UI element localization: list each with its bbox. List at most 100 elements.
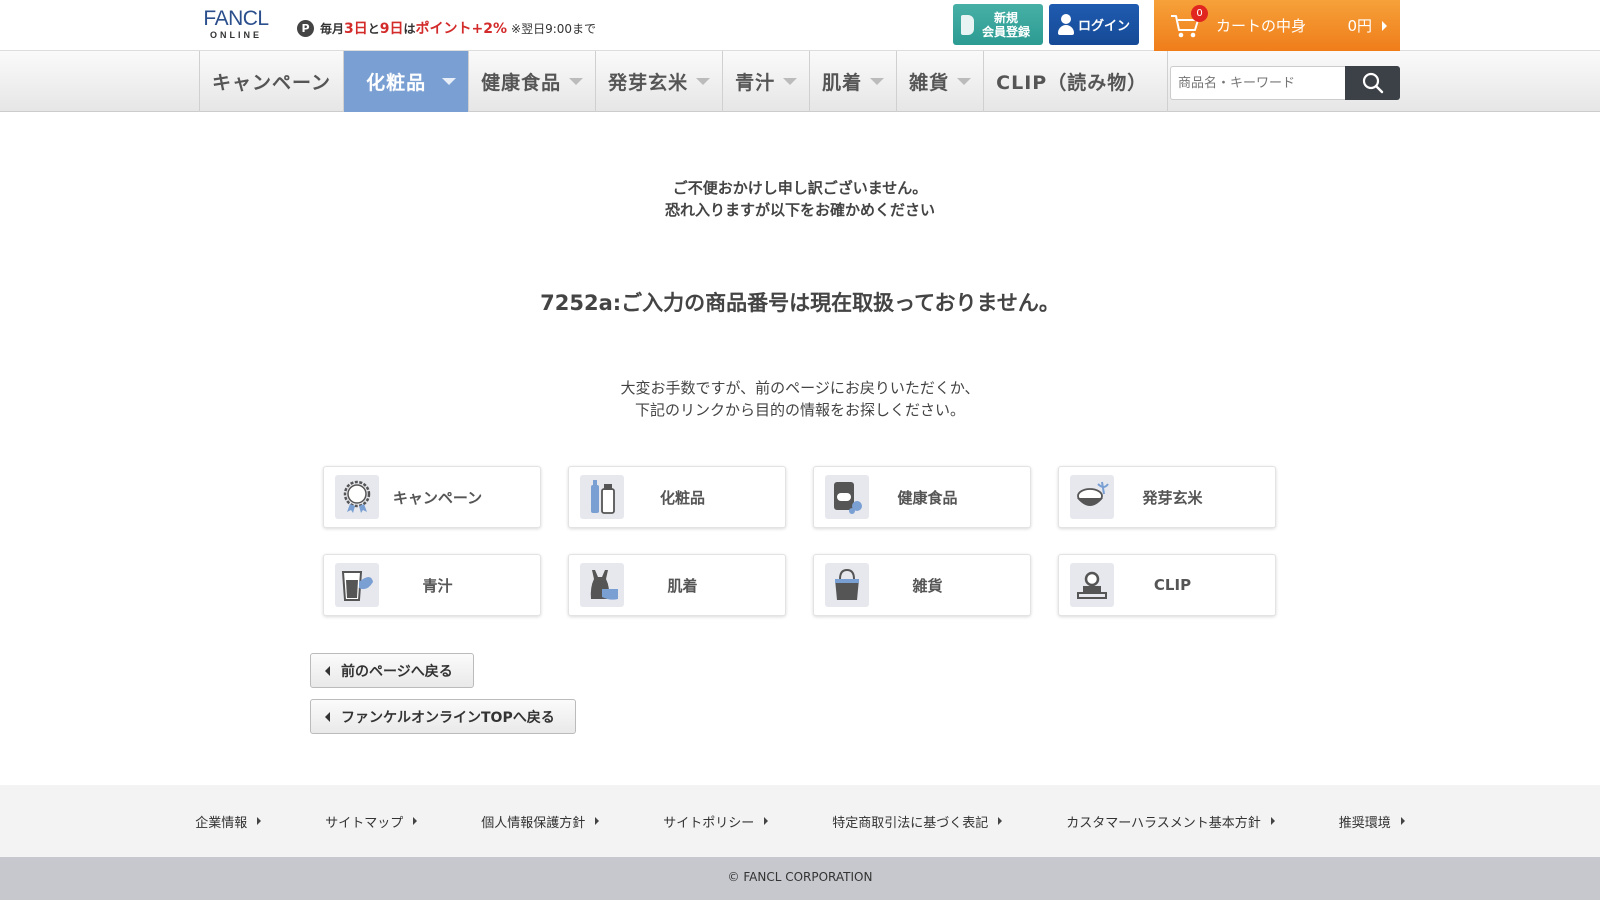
- back-to-top-button[interactable]: ファンケルオンラインTOPへ戻る: [310, 699, 576, 734]
- underwear-icon: [580, 563, 624, 607]
- category-label: 健康食品: [897, 488, 958, 507]
- nav-item-label: キャンペーン: [212, 72, 332, 94]
- category-card-health-food[interactable]: 健康食品: [813, 466, 1031, 528]
- caret-right-icon: [764, 817, 769, 825]
- search-form: [1170, 66, 1400, 100]
- footer-link-label: カスタマーハラスメント基本方針: [1066, 815, 1261, 831]
- back-to-previous-button[interactable]: 前のページへ戻る: [310, 653, 474, 688]
- cart-arrow-icon: [1382, 20, 1387, 31]
- category-label: CLIP: [1153, 576, 1192, 594]
- chevron-down-icon: [442, 78, 457, 85]
- apology-line-2: 恐れ入りますが以下をお確かめください: [664, 201, 935, 219]
- fancl-logo[interactable]: FANCL ONLINE: [199, 7, 273, 41]
- nav-item-underwear[interactable]: 肌着: [810, 51, 898, 112]
- promo-text-2: と: [367, 21, 380, 36]
- chevron-down-icon: [696, 78, 711, 85]
- cart-count-badge: 0: [1191, 4, 1208, 22]
- search-button[interactable]: [1345, 66, 1400, 100]
- nav-item-germinated-rice[interactable]: 発芽玄米: [596, 51, 724, 112]
- nav-item-label: CLIP（読み物）: [996, 72, 1148, 94]
- guide-line-2: 下記のリンクから目的の情報をお探しください。: [634, 401, 965, 419]
- page: FANCL ONLINE P 毎月 3日 と 9日 は ポイント+2% ※翌日9…: [0, 0, 1600, 900]
- footer-link-label: サイトマップ: [325, 815, 404, 831]
- caret-right-icon: [1270, 817, 1275, 825]
- apology-message: ご不便おかけし申し訳ございません。 恐れ入りますが以下をお確かめください: [0, 177, 1600, 221]
- promo-note: ※翌日9:00まで: [511, 21, 597, 36]
- category-label: 発芽玄米: [1142, 488, 1203, 507]
- promo-day-1: 3日: [344, 21, 368, 37]
- footer-link-site-policy[interactable]: サイトポリシー: [663, 812, 769, 831]
- category-label: 雑貨: [912, 576, 943, 595]
- footer-link-company[interactable]: 企業情報: [195, 812, 262, 831]
- nav-item-goods[interactable]: 雑貨: [897, 51, 985, 112]
- category-card-campaign[interactable]: キャンペーン: [323, 466, 541, 528]
- footer-link-label: 企業情報: [195, 815, 248, 831]
- footer-links: 企業情報 サイトマップ 個人情報保護方針 サイトポリシー 特定商取引法に基づく表…: [0, 785, 1600, 857]
- caret-right-icon: [998, 817, 1003, 825]
- error-message: 7252a:ご入力の商品番号は現在取扱っておりません。: [540, 291, 1060, 315]
- caret-right-icon: [257, 817, 262, 825]
- login-button[interactable]: ログイン: [1049, 4, 1139, 45]
- category-card-goods[interactable]: 雑貨: [813, 554, 1031, 616]
- footer-link-environment[interactable]: 推奨環境: [1339, 812, 1405, 831]
- category-card-germinated-rice[interactable]: 発芽玄米: [1058, 466, 1276, 528]
- category-card-clip[interactable]: CLIP: [1058, 554, 1276, 616]
- nav-item-cosmetics[interactable]: 化粧品: [344, 51, 470, 112]
- point-promo-banner[interactable]: P 毎月 3日 と 9日 は ポイント+2% ※翌日9:00まで: [297, 18, 596, 38]
- logo-main-text: FANCL: [203, 7, 269, 30]
- back-previous-label: 前のページへ戻る: [341, 663, 453, 680]
- category-card-underwear[interactable]: 肌着: [568, 554, 786, 616]
- caret-right-icon: [413, 817, 418, 825]
- cosmetics-bottle-icon: [580, 475, 624, 519]
- caret-left-icon: [325, 711, 330, 722]
- rice-bowl-icon: [1070, 475, 1114, 519]
- nav-item-label: 発芽玄米: [608, 72, 689, 94]
- nav-item-label: 青汁: [735, 72, 776, 94]
- header-bar: FANCL ONLINE P 毎月 3日 と 9日 は ポイント+2% ※翌日9…: [0, 0, 1600, 51]
- footer-link-privacy[interactable]: 個人情報保護方針: [481, 812, 600, 831]
- cart-amount: 0円: [1347, 17, 1372, 35]
- category-label: キャンペーン: [392, 488, 483, 507]
- register-label-line1: 新規: [994, 10, 1019, 25]
- beginner-mark-icon: [961, 14, 974, 35]
- caret-left-icon: [325, 665, 330, 676]
- campaign-badge-icon: [335, 475, 379, 519]
- apology-line-1: ご不便おかけし申し訳ございません。: [672, 179, 928, 197]
- login-label: ログイン: [1078, 19, 1131, 34]
- clip-stamp-icon: [1070, 563, 1114, 607]
- register-label-line2: 会員登録: [982, 24, 1031, 39]
- nav-items: キャンペーン 化粧品 健康食品 発芽玄米 青汁 肌着 雑貨 CLIP（読み物）: [199, 51, 1169, 112]
- nav-item-aojiru[interactable]: 青汁: [723, 51, 811, 112]
- guide-message: 大変お手数ですが、前のページにお戻りいただくか、 下記のリンクから目的の情報をお…: [0, 377, 1600, 421]
- footer-link-list: 企業情報 サイトマップ 個人情報保護方針 サイトポリシー 特定商取引法に基づく表…: [0, 785, 1600, 857]
- register-label: 新規 会員登録: [982, 11, 1030, 39]
- promo-text-1: 毎月: [320, 21, 345, 36]
- nav-item-health-food[interactable]: 健康食品: [469, 51, 597, 112]
- tote-bag-icon: [825, 563, 869, 607]
- register-button[interactable]: 新規 会員登録: [953, 4, 1043, 45]
- footer-link-harassment-policy[interactable]: カスタマーハラスメント基本方針: [1066, 812, 1275, 831]
- chevron-down-icon: [569, 78, 584, 85]
- footer-link-sitemap[interactable]: サイトマップ: [325, 812, 418, 831]
- promo-points: ポイント+2%: [415, 21, 508, 37]
- footer-link-commerce-law[interactable]: 特定商取引法に基づく表記: [832, 812, 1003, 831]
- search-input[interactable]: [1170, 66, 1345, 100]
- nav-item-label: 肌着: [822, 72, 863, 94]
- footer-link-label: 個人情報保護方針: [481, 815, 586, 831]
- footer-link-label: サイトポリシー: [663, 815, 755, 831]
- category-label: 化粧品: [659, 488, 705, 507]
- supplement-package-icon: [825, 475, 869, 519]
- category-label: 肌着: [667, 576, 698, 595]
- logo-sub-text: ONLINE: [209, 30, 262, 40]
- nav-item-clip[interactable]: CLIP（読み物）: [984, 51, 1169, 112]
- chevron-down-icon: [870, 78, 885, 85]
- back-top-label: ファンケルオンラインTOPへ戻る: [341, 709, 555, 726]
- cart-button[interactable]: 0 カートの中身 0円: [1154, 0, 1400, 51]
- category-label: 青汁: [422, 576, 453, 595]
- category-card-cosmetics[interactable]: 化粧品: [568, 466, 786, 528]
- cart-icon: 0: [1170, 4, 1208, 39]
- search-icon: [1362, 72, 1383, 94]
- footer-link-label: 特定商取引法に基づく表記: [832, 815, 989, 831]
- category-card-aojiru[interactable]: 青汁: [323, 554, 541, 616]
- nav-item-campaign[interactable]: キャンペーン: [200, 51, 345, 112]
